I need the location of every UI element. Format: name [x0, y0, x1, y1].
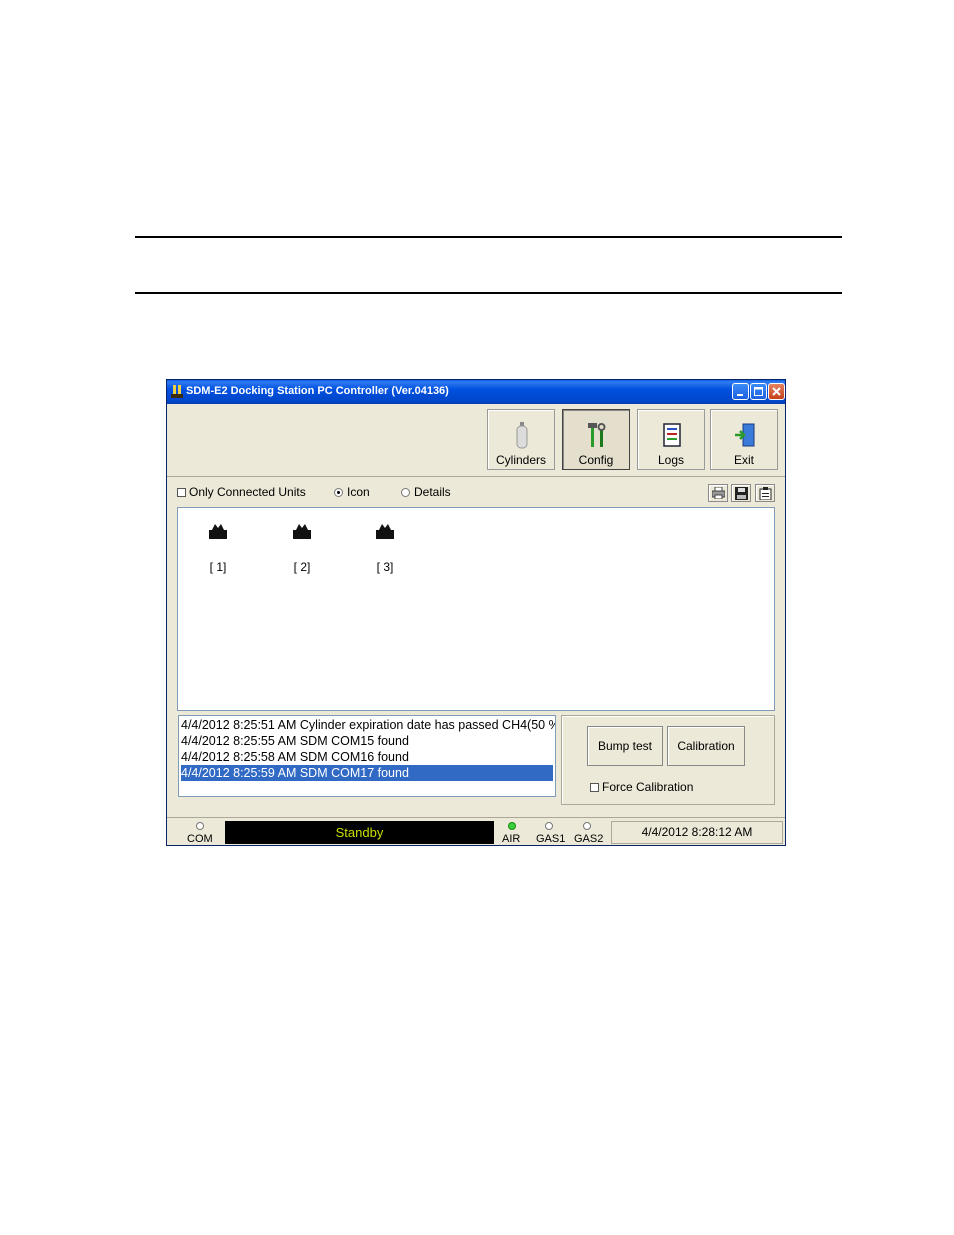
- minimize-button[interactable]: [732, 383, 749, 400]
- logbook-icon: [663, 423, 681, 447]
- printer-icon: [712, 487, 725, 499]
- bottom-rule: [135, 292, 842, 294]
- only-connected-label: Only Connected Units: [189, 485, 306, 499]
- toolbar: Cylinders Config Logs Exit: [167, 404, 785, 477]
- only-connected-checkbox[interactable]: [177, 488, 186, 497]
- exit-button[interactable]: Exit: [710, 409, 778, 470]
- view-details-radio[interactable]: [401, 488, 410, 497]
- gas1-indicator: [545, 822, 553, 830]
- cylinder-icon: [516, 422, 528, 449]
- calibration-button[interactable]: Calibration: [667, 726, 745, 766]
- logs-button[interactable]: Logs: [637, 409, 705, 470]
- unit-label: [ 3]: [376, 560, 394, 574]
- unit-item[interactable]: [ 3]: [365, 522, 405, 574]
- air-label: AIR: [502, 833, 521, 845]
- status-bar: COM Standby AIR GAS1 GAS2 4/4/2012 8:28:…: [167, 817, 785, 845]
- save-button[interactable]: [731, 484, 751, 502]
- exit-label: Exit: [733, 453, 754, 467]
- force-calibration-label: Force Calibration: [602, 780, 694, 794]
- top-rule: [135, 236, 842, 238]
- force-calibration-checkbox[interactable]: [590, 783, 599, 792]
- unit-label: [ 1]: [209, 560, 227, 574]
- title-bar[interactable]: SDM-E2 Docking Station PC Controller (Ve…: [167, 380, 785, 404]
- app-window: SDM-E2 Docking Station PC Controller (Ve…: [166, 379, 786, 846]
- app-icon: [171, 385, 183, 398]
- view-icon-radio[interactable]: [334, 488, 343, 497]
- log-row[interactable]: 4/4/2012 8:25:51 AM Cylinder expiration …: [181, 717, 555, 733]
- gas1-label: GAS1: [536, 833, 566, 845]
- unit-item[interactable]: [ 1]: [198, 522, 238, 574]
- window-title: SDM-E2 Docking Station PC Controller (Ve…: [186, 385, 449, 397]
- clipboard-button[interactable]: [755, 484, 775, 502]
- units-panel: [ 1] [ 2] [ 3]: [177, 507, 775, 711]
- options-row: Only Connected Units Icon Details: [167, 481, 785, 503]
- view-icon-label: Icon: [347, 485, 370, 499]
- floppy-disk-icon: [735, 487, 748, 500]
- docking-unit-icon: [209, 524, 227, 539]
- status-display: Standby: [225, 821, 494, 844]
- air-indicator: [508, 822, 516, 830]
- config-button[interactable]: Config: [562, 409, 630, 470]
- log-row-selected[interactable]: 4/4/2012 8:25:59 AM SDM COM17 found: [181, 765, 553, 781]
- bump-test-button[interactable]: Bump test: [587, 726, 663, 766]
- docking-unit-icon: [293, 524, 311, 539]
- cylinders-button[interactable]: Cylinders: [487, 409, 555, 470]
- com-label: COM: [187, 833, 213, 845]
- com-indicator: [196, 822, 204, 830]
- status-datetime: 4/4/2012 8:28:12 AM: [611, 821, 783, 844]
- print-button[interactable]: [708, 484, 728, 502]
- logs-label: Logs: [657, 453, 685, 467]
- gas2-indicator: [583, 822, 591, 830]
- close-icon: [772, 387, 781, 396]
- unit-label: [ 2]: [293, 560, 311, 574]
- log-row[interactable]: 4/4/2012 8:25:58 AM SDM COM16 found: [181, 749, 553, 765]
- minimize-icon: [737, 394, 743, 396]
- tools-icon: [588, 423, 606, 447]
- view-details-label: Details: [414, 485, 451, 499]
- maximize-button[interactable]: [750, 383, 767, 400]
- unit-item[interactable]: [ 2]: [282, 522, 322, 574]
- maximize-icon: [754, 387, 763, 396]
- config-label: Config: [578, 453, 614, 467]
- docking-unit-icon: [376, 524, 394, 539]
- close-button[interactable]: [768, 383, 785, 400]
- clipboard-icon: [759, 487, 772, 500]
- log-row[interactable]: 4/4/2012 8:25:55 AM SDM COM15 found: [181, 733, 553, 749]
- event-log-list[interactable]: 4/4/2012 8:25:51 AM Cylinder expiration …: [178, 715, 556, 797]
- gas2-label: GAS2: [574, 833, 604, 845]
- cylinders-label: Cylinders: [495, 453, 546, 467]
- test-actions-panel: Bump test Calibration Force Calibration: [561, 715, 775, 805]
- exit-door-icon: [735, 423, 755, 447]
